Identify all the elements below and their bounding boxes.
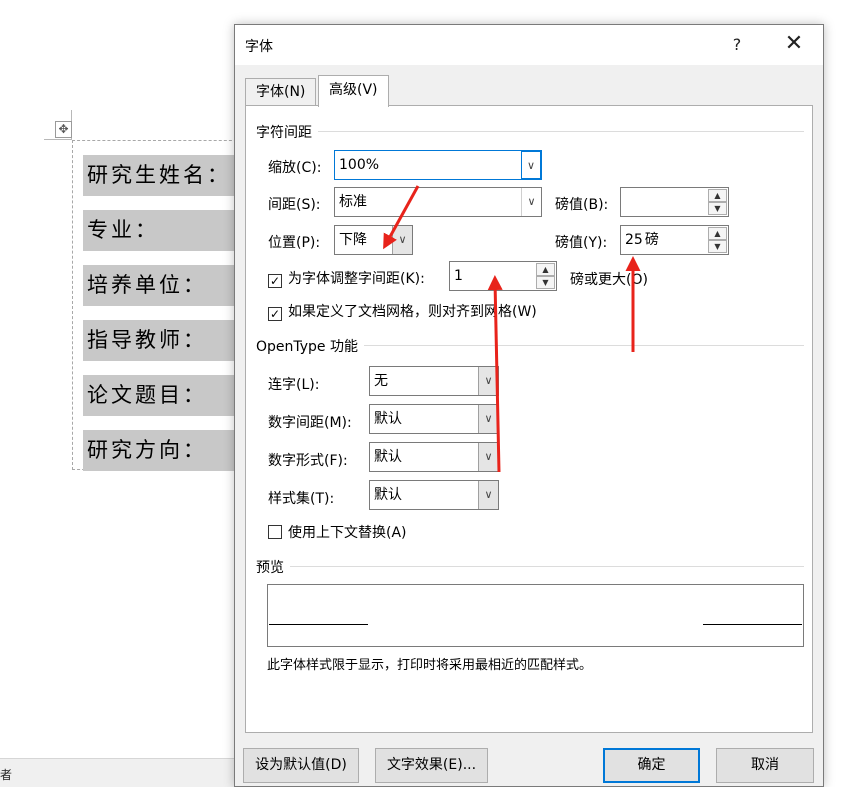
spacing-value: 标准 [339, 194, 367, 210]
number-spacing-combo[interactable]: 默认 ∨ [369, 404, 499, 434]
contextual-alternates-checkbox-row[interactable]: 使用上下文替换(A) [268, 522, 407, 542]
section-title-preview: 预览 [256, 557, 290, 577]
stylistic-sets-combo[interactable]: 默认 ∨ [369, 480, 499, 510]
spin-down-icon[interactable]: ▼ [536, 276, 555, 289]
scale-combo[interactable]: 100% ∨ [334, 150, 542, 180]
position-pt-value: 25 [625, 232, 643, 248]
stylistic-sets-value: 默认 [374, 487, 402, 503]
close-icon: ✕ [784, 31, 804, 56]
text-effects-button[interactable]: 文字效果(E)... [375, 748, 488, 783]
kerning-label: 为字体调整字间距(K): [288, 271, 425, 287]
set-default-button[interactable]: 设为默认值(D) [243, 748, 359, 783]
spacing-label: 间距(S): [268, 197, 321, 213]
table-row: 研究生姓名： [83, 155, 243, 196]
position-value: 下降 [339, 232, 367, 248]
position-label: 位置(P): [268, 235, 321, 251]
contextual-alternates-label: 使用上下文替换(A) [288, 525, 407, 541]
ligatures-combo[interactable]: 无 ∨ [369, 366, 499, 396]
kerning-spinner[interactable]: 1 ▲ ▼ [449, 261, 557, 291]
preview-baseline-right [703, 624, 802, 625]
number-forms-value: 默认 [374, 449, 402, 465]
check-icon[interactable]: ✓ [268, 274, 282, 288]
font-dialog: 字体 ? ✕ 字体(N) 高级(V) 字符间距 缩放(C): 100% ∨ 间距… [234, 24, 824, 787]
chevron-down-icon[interactable]: ∨ [478, 481, 498, 509]
status-text: 者 [0, 768, 13, 782]
move-icon[interactable]: ✥ [55, 121, 72, 138]
scale-label: 缩放(C): [268, 160, 322, 176]
kerning-value: 1 [454, 268, 463, 284]
margin-mark [44, 139, 72, 140]
chevron-down-icon[interactable]: ∨ [521, 151, 541, 179]
number-forms-label: 数字形式(F): [268, 453, 348, 469]
dialog-title: 字体 [245, 39, 273, 55]
section-title-opentype: OpenType 功能 [256, 336, 364, 356]
chevron-down-icon[interactable]: ∨ [392, 226, 412, 254]
checkbox-unchecked[interactable] [268, 525, 282, 539]
section-divider [256, 566, 804, 567]
spacing-combo[interactable]: 标准 ∨ [334, 187, 542, 217]
table-row: 研究方向： [83, 430, 243, 471]
number-spacing-label: 数字间距(M): [268, 415, 352, 431]
ligatures-value: 无 [374, 373, 388, 389]
preview-note: 此字体样式限于显示，打印时将采用最相近的匹配样式。 [267, 658, 593, 673]
chevron-down-icon[interactable]: ∨ [478, 443, 498, 471]
document-table: 研究生姓名： 专业： 培养单位： 指导教师： 论文题目： 研究方向： [72, 140, 243, 471]
tab-font[interactable]: 字体(N) [245, 78, 317, 106]
section-title-char-spacing: 字符间距 [256, 122, 318, 142]
stylistic-sets-label: 样式集(T): [268, 491, 335, 507]
check-icon[interactable]: ✓ [268, 307, 282, 321]
section-divider [256, 131, 804, 132]
number-forms-combo[interactable]: 默认 ∨ [369, 442, 499, 472]
spin-down-icon[interactable]: ▼ [708, 240, 727, 253]
preview-baseline-left [269, 624, 368, 625]
cancel-button[interactable]: 取消 [716, 748, 814, 783]
position-pt-label: 磅值(Y): [555, 235, 608, 251]
position-combo[interactable]: 下降 ∨ [334, 225, 413, 255]
help-button[interactable]: ? [723, 31, 751, 59]
spin-up-icon[interactable]: ▲ [708, 189, 727, 202]
spin-down-icon[interactable]: ▼ [708, 202, 727, 215]
position-pt-spinner[interactable]: 25 磅 ▲ ▼ [620, 225, 729, 255]
scale-value: 100% [339, 157, 380, 173]
kerning-checkbox-row[interactable]: ✓ 为字体调整字间距(K): [268, 268, 425, 288]
snap-grid-label: 如果定义了文档网格，则对齐到网格(W) [288, 304, 537, 320]
ligatures-label: 连字(L): [268, 377, 320, 393]
preview-box [267, 584, 804, 647]
close-button[interactable]: ✕ [779, 31, 809, 59]
chevron-down-icon[interactable]: ∨ [478, 367, 498, 395]
number-spacing-value: 默认 [374, 411, 402, 427]
table-row: 指导教师： [83, 320, 243, 361]
table-row: 培养单位： [83, 265, 243, 306]
spacing-pt-label: 磅值(B): [555, 197, 609, 213]
table-row: 专业： [83, 210, 243, 251]
snap-grid-checkbox-row[interactable]: ✓ 如果定义了文档网格，则对齐到网格(W) [268, 301, 537, 321]
kerning-suffix: 磅或更大(O) [570, 272, 648, 288]
spin-up-icon[interactable]: ▲ [536, 263, 555, 276]
position-pt-unit: 磅 [644, 232, 659, 248]
tab-advanced[interactable]: 高级(V) [318, 75, 389, 107]
spacing-pt-spinner[interactable]: ▲ ▼ [620, 187, 729, 217]
chevron-down-icon[interactable]: ∨ [521, 188, 541, 216]
chevron-down-icon[interactable]: ∨ [478, 405, 498, 433]
table-row: 论文题目： [83, 375, 243, 416]
status-bar: 者 [0, 758, 240, 787]
dialog-titlebar: 字体 ? ✕ [235, 25, 823, 65]
ok-button[interactable]: 确定 [603, 748, 700, 783]
spin-up-icon[interactable]: ▲ [708, 227, 727, 240]
